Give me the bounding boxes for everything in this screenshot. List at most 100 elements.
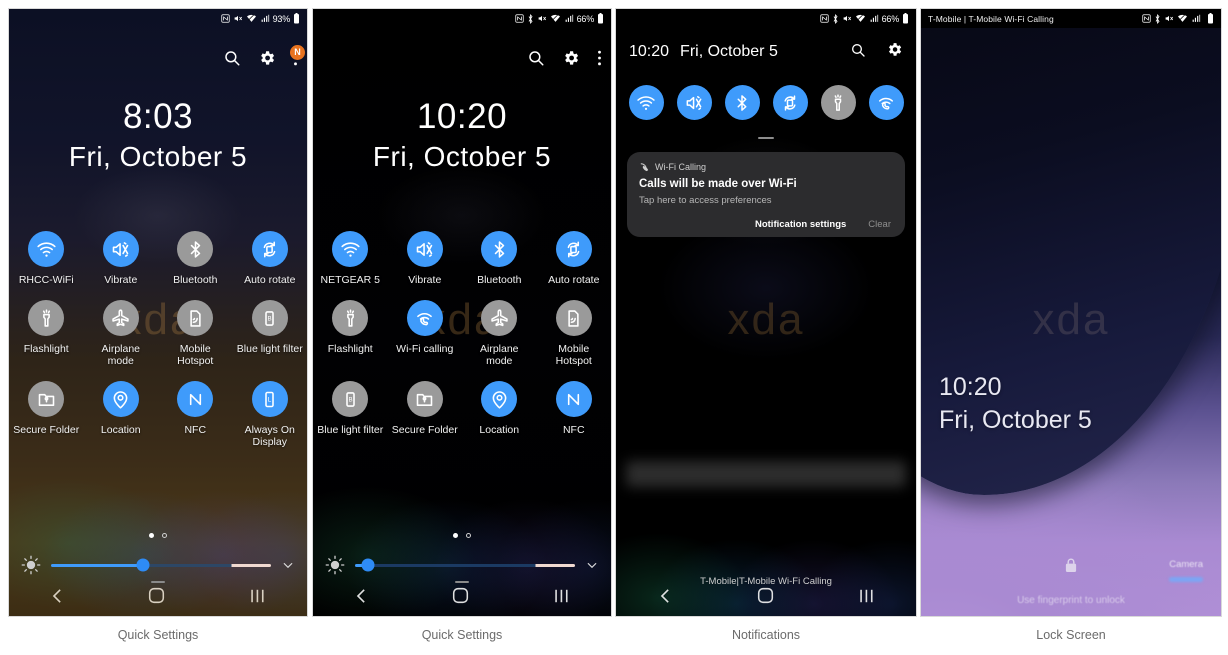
navigation-bar <box>616 580 916 616</box>
quick-setting-tile[interactable]: Flashlight <box>317 300 383 367</box>
quick-setting-tile[interactable]: Flashlight <box>13 300 79 367</box>
tile-icon-circle <box>102 381 139 417</box>
quick-toggle[interactable] <box>628 85 664 120</box>
quick-setting-tile[interactable]: Bluetooth <box>162 231 228 286</box>
tile-label: Secure Folder <box>13 424 80 436</box>
quick-setting-tile[interactable]: B Blue light filter <box>237 300 303 367</box>
tile-row: NETGEAR 5 Vibrate Bluetooth Auto rotate <box>313 231 611 286</box>
recents-icon[interactable] <box>554 588 569 609</box>
mute-icon <box>843 15 851 22</box>
brightness-knob[interactable] <box>136 558 150 572</box>
tile-icon-circle <box>251 231 288 267</box>
page-dot[interactable] <box>162 533 167 538</box>
tile-icon-circle: B <box>251 300 288 336</box>
quick-toggle[interactable] <box>820 85 856 120</box>
quick-setting-tile[interactable]: Secure Folder <box>392 381 458 436</box>
lock-clock-date: Fri, October 5 <box>939 406 1092 434</box>
home-icon[interactable] <box>452 587 469 609</box>
battery-percent: 66% <box>576 13 595 24</box>
notification-card[interactable]: Wi-Fi Calling Calls will be made over Wi… <box>627 152 905 237</box>
notification-header: Wi-Fi Calling <box>639 161 893 172</box>
auto-rotate-icon <box>263 241 276 257</box>
mute-icon <box>1165 15 1174 22</box>
notification-settings-button[interactable]: Notification settings <box>755 219 846 230</box>
recents-icon[interactable] <box>859 588 874 609</box>
notification-panel-header: 10:20 Fri, October 5 <box>616 41 916 63</box>
page-dot[interactable] <box>466 533 471 538</box>
bluetooth-icon <box>737 94 747 111</box>
quick-setting-tile[interactable]: Bluetooth <box>466 231 532 286</box>
search-icon[interactable] <box>527 49 545 67</box>
svg-text:B: B <box>348 396 352 403</box>
status-bar-icons: 66% <box>819 13 909 24</box>
quick-setting-tile[interactable]: L Always On Display <box>237 381 303 448</box>
battery-icon <box>294 13 299 24</box>
clock-time: 8:03 <box>122 97 194 136</box>
bluetooth-icon <box>833 13 838 24</box>
quick-setting-tile[interactable]: Mobile Hotspot <box>162 300 228 367</box>
search-icon[interactable] <box>223 49 241 67</box>
quick-setting-tile[interactable]: Location <box>88 381 154 448</box>
tile-icon-circle: B <box>332 381 369 417</box>
back-icon[interactable] <box>355 588 368 609</box>
quick-setting-tile[interactable]: Auto rotate <box>237 231 303 286</box>
home-icon[interactable] <box>148 587 165 609</box>
quick-setting-tile[interactable]: Location <box>466 381 532 436</box>
back-icon[interactable] <box>659 588 672 609</box>
gear-icon[interactable] <box>562 49 580 67</box>
tile-label: Vibrate <box>104 274 138 286</box>
tile-icon-circle <box>406 381 443 417</box>
home-icon[interactable] <box>757 587 774 609</box>
expand-handle[interactable] <box>758 137 774 139</box>
quick-toggle[interactable] <box>868 85 904 120</box>
battery-percent: 93% <box>272 13 291 24</box>
clear-button[interactable]: Clear <box>868 219 891 230</box>
quick-setting-tile[interactable]: B Blue light filter <box>317 381 383 436</box>
quick-toggle[interactable] <box>772 85 808 120</box>
brightness-track[interactable] <box>51 558 271 572</box>
battery-icon <box>1208 13 1213 24</box>
chevron-down-icon[interactable] <box>281 558 295 572</box>
gear-icon[interactable] <box>886 41 903 63</box>
brightness-slider[interactable] <box>9 555 307 575</box>
svg-text:B: B <box>268 315 272 322</box>
quick-setting-tile[interactable]: NFC <box>541 381 607 436</box>
quick-setting-tile[interactable]: Airplane mode <box>88 300 154 367</box>
tile-label: Bluetooth <box>477 274 522 286</box>
page-dot-active[interactable] <box>453 533 458 538</box>
battery-percent: 66% <box>881 13 900 24</box>
quick-setting-tile[interactable]: RHCC-WiFi <box>13 231 79 286</box>
tile-icon-circle: L <box>251 381 288 417</box>
quick-setting-tile[interactable]: Vibrate <box>88 231 154 286</box>
quick-setting-tile[interactable]: Airplane mode <box>466 300 532 367</box>
lock-screen-clock: 10:20 Fri, October 5 <box>939 373 1092 436</box>
tile-label: NFC <box>562 424 585 436</box>
quick-setting-tile[interactable]: Auto rotate <box>541 231 607 286</box>
recents-icon[interactable] <box>250 588 265 609</box>
tile-label: Auto rotate <box>548 274 600 286</box>
quick-setting-tile[interactable]: NETGEAR 5 <box>317 231 383 286</box>
overflow-menu-icon[interactable]: N <box>290 45 305 67</box>
wifi-calling-icon <box>879 97 893 110</box>
overflow-menu-icon[interactable] <box>597 49 602 67</box>
page-dot-active[interactable] <box>149 533 154 538</box>
brightness-track[interactable] <box>355 558 575 572</box>
quick-setting-tile[interactable]: NFC <box>162 381 228 448</box>
back-icon[interactable] <box>51 588 64 609</box>
gear-icon[interactable] <box>258 49 276 67</box>
clock: 10:20 Fri, October 5 <box>313 97 611 175</box>
quick-setting-tile[interactable]: Vibrate <box>392 231 458 286</box>
chevron-down-icon[interactable] <box>585 558 599 572</box>
search-icon[interactable] <box>850 42 866 63</box>
quick-setting-tile[interactable]: Wi-Fi calling <box>392 300 458 367</box>
brightness-knob[interactable] <box>361 558 375 572</box>
brightness-slider[interactable] <box>313 555 611 575</box>
quick-setting-tile[interactable]: Mobile Hotspot <box>541 300 607 367</box>
quick-setting-tile[interactable]: Secure Folder <box>13 381 79 448</box>
wifi-icon <box>550 14 560 22</box>
wifi-icon <box>246 14 256 22</box>
camera-shortcut[interactable]: Camera <box>1169 559 1203 582</box>
notification-actions: Notification settings Clear <box>639 219 893 230</box>
quick-toggle[interactable] <box>724 85 760 120</box>
quick-toggle[interactable] <box>676 85 712 120</box>
